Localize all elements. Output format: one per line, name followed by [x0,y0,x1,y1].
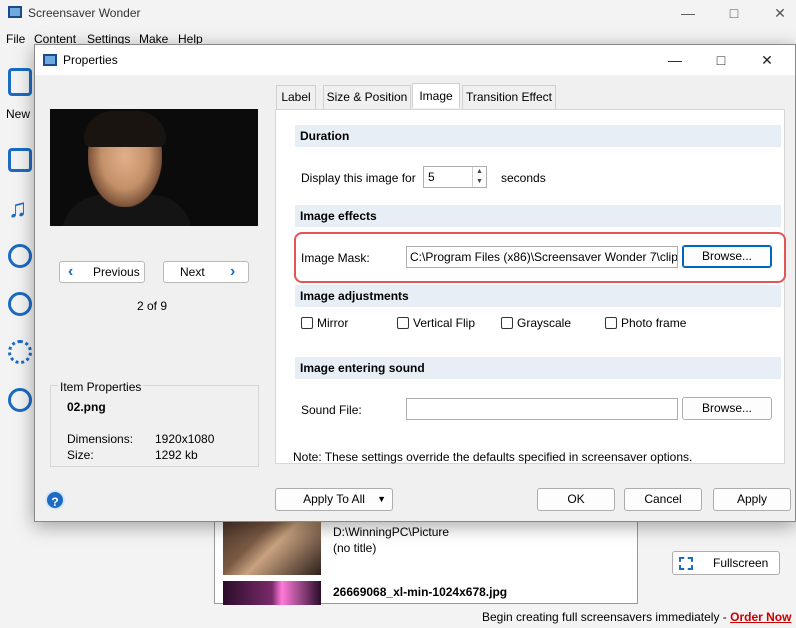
checkbox-box[interactable] [301,317,313,329]
tag-icon[interactable] [8,244,32,268]
dropdown-arrow-icon: ▼ [377,494,386,504]
left-toolbar: New ♫ [0,56,34,576]
dialog-title: Properties [63,53,118,67]
dialog-titlebar: Properties — □ ✕ [35,45,795,75]
size-value: 1292 kb [155,448,198,462]
next-label: Next [180,265,205,279]
main-titlebar: Screensaver Wonder — □ ✕ [0,0,796,28]
display-duration-label: Display this image for [301,171,416,185]
checkbox-box[interactable] [605,317,617,329]
dialog-close-icon[interactable]: ✕ [757,50,777,70]
list-item-title: (no title) [333,541,377,555]
sound-file-label: Sound File: [301,403,362,417]
duration-stepper[interactable]: 5 ▲ ▼ [423,166,487,188]
mask-browse-button[interactable]: Browse... [682,245,772,268]
close-icon[interactable]: ✕ [770,4,790,24]
fullscreen-icon [679,557,693,570]
list-item-name: 26669068_xl-min-1024x678.jpg [333,585,508,599]
menu-file[interactable]: File [6,32,25,46]
image-effects-header: Image effects [295,205,781,227]
duration-header: Duration [295,125,781,147]
apply-button[interactable]: Apply [713,488,791,511]
item-filename: 02.png [67,400,106,414]
image-preview [50,109,258,226]
checkbox-box[interactable] [501,317,513,329]
sound-browse-button[interactable]: Browse... [682,397,772,420]
dialog-app-icon [43,54,57,66]
dimensions-label: Dimensions: [67,432,134,446]
info-icon[interactable] [8,292,32,316]
new-icon[interactable] [8,68,32,96]
image-mask-field[interactable]: C:\Program Files (x86)\Screensaver Wonde… [406,246,678,268]
image-icon[interactable] [8,148,32,172]
page-count: 2 of 9 [137,299,168,313]
dialog-maximize-icon[interactable]: □ [711,50,731,70]
ok-button[interactable]: OK [537,488,615,511]
minimize-icon[interactable]: — [678,4,698,24]
entering-sound-header: Image entering sound [295,357,781,379]
item-properties-group: Item Properties 02.png Dimensions: 1920x… [50,380,259,467]
disc-icon[interactable] [8,388,32,412]
tab-image[interactable]: Image [412,83,460,108]
apply-to-all-button[interactable]: Apply To All ▼ [275,488,393,511]
image-adjustments-header: Image adjustments [295,285,781,307]
list-item-path: D:\WinningPC\Picture [333,525,450,539]
tab-transition-effect[interactable]: Transition Effect [462,85,556,109]
duration-unit: seconds [501,171,546,185]
dimensions-value: 1920x1080 [155,432,215,446]
chevron-right-icon: › [230,263,236,280]
image-mask-label: Image Mask: [301,251,370,265]
gear-icon[interactable] [8,340,32,364]
override-note: Note: These settings override the defaul… [293,450,693,464]
photo-frame-label: Photo frame [621,316,687,330]
properties-dialog: Properties — □ ✕ ‹ Previous Next › 2 of … [34,44,796,522]
apply-to-all-label: Apply To All [303,492,365,506]
mirror-label: Mirror [317,316,349,330]
vertical-flip-label: Vertical Flip [413,316,476,330]
help-icon[interactable]: ? [45,490,65,510]
status-text: Begin creating full screensavers immedia… [482,610,731,624]
status-bar: Begin creating full screensavers immedia… [482,610,791,624]
dialog-minimize-icon[interactable]: — [665,50,685,70]
chevron-left-icon: ‹ [68,263,74,280]
main-window-title: Screensaver Wonder [28,6,141,20]
maximize-icon[interactable]: □ [724,4,744,24]
stepper-arrows-icon[interactable]: ▲ ▼ [472,167,486,187]
item-properties-legend: Item Properties [58,380,144,394]
tab-label[interactable]: Label [276,85,316,109]
tab-size-position[interactable]: Size & Position [323,85,411,109]
grayscale-label: Grayscale [517,316,572,330]
previous-label: Previous [93,265,140,279]
duration-value: 5 [428,170,435,184]
checkbox-box[interactable] [397,317,409,329]
new-label: New [6,107,31,121]
app-icon [8,6,22,18]
preview-hair [84,111,166,147]
previous-button[interactable]: ‹ Previous [59,261,145,283]
size-label: Size: [67,448,94,462]
cancel-button[interactable]: Cancel [624,488,702,511]
image-tab-panel: Duration Display this image for 5 ▲ ▼ sec… [275,109,786,464]
sound-file-field[interactable] [406,398,678,420]
music-icon[interactable]: ♫ [8,195,32,221]
fullscreen-label: Fullscreen [713,556,769,570]
next-button[interactable]: Next › [163,261,249,283]
list-thumbnail[interactable] [223,581,321,605]
fullscreen-button[interactable]: Fullscreen [672,551,780,575]
order-now-link[interactable]: Order Now [730,610,791,624]
